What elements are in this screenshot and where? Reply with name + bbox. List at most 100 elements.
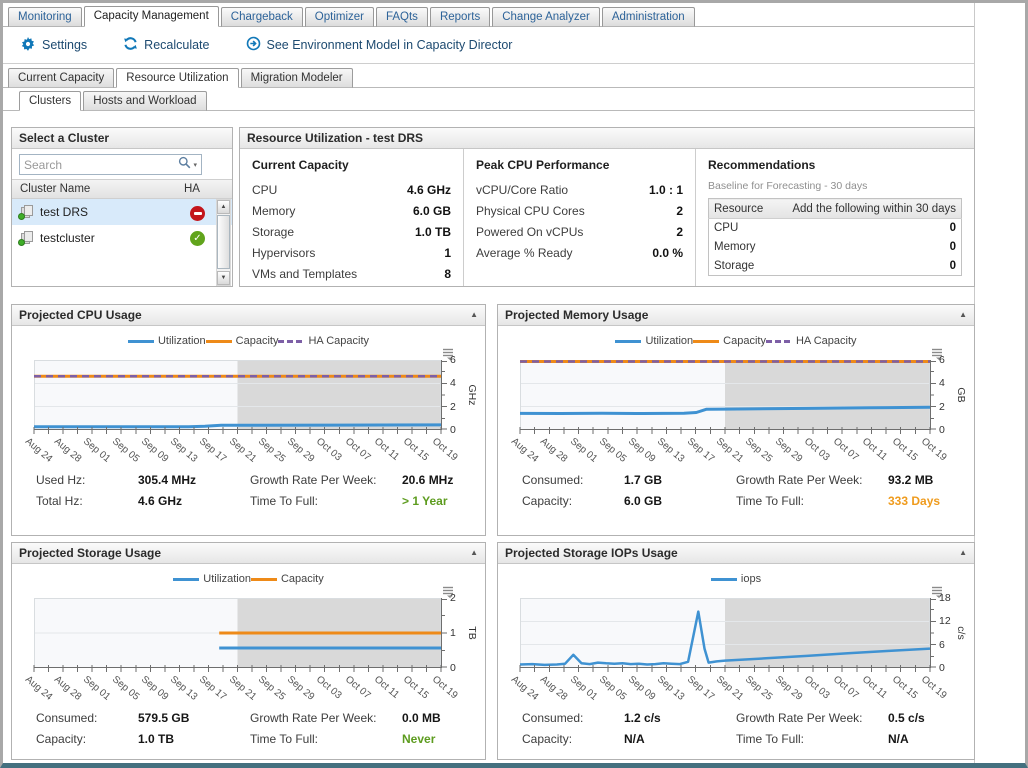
toolbar: Settings Recalculate See Environment Mod… — [3, 27, 974, 64]
tab-monitoring[interactable]: Monitoring — [8, 7, 82, 27]
metric-row-memory: Memory6.0 GB — [252, 201, 451, 222]
recalculate-label: Recalculate — [144, 38, 209, 52]
stat-value: Never — [402, 732, 477, 746]
recommendations-table: Resource Add the following within 30 day… — [708, 198, 962, 276]
legend-item-iops[interactable]: iops — [711, 573, 761, 585]
legend-item-ha-capacity[interactable]: HA Capacity — [766, 335, 857, 347]
peak-cpu-title: Peak CPU Performance — [476, 158, 683, 172]
x-tick-label: Sep 21 — [714, 674, 745, 703]
recalculate-button[interactable]: Recalculate — [123, 36, 209, 54]
x-tick-label: Oct 07 — [343, 674, 373, 701]
tab-resource-utilization[interactable]: Resource Utilization — [116, 68, 238, 88]
x-tick-label: Sep 09 — [626, 436, 657, 465]
tab-administration[interactable]: Administration — [602, 7, 695, 27]
legend-line — [173, 578, 199, 581]
chart-stats: Consumed:1.7 GBGrowth Rate Per Week:93.2… — [522, 473, 966, 508]
tab-faqts[interactable]: FAQts — [376, 7, 428, 27]
chart-panel-header: Projected Storage IOPs Usage ▲ — [498, 543, 974, 564]
stat-label: Growth Rate Per Week: — [736, 473, 888, 487]
collapse-icon[interactable]: ▲ — [470, 311, 478, 319]
y-tick-label: 0 — [939, 424, 945, 436]
scroll-up-button[interactable]: ▲ — [217, 200, 230, 214]
tab-capacity-management[interactable]: Capacity Management — [84, 6, 219, 27]
x-tick-label: Sep 17 — [685, 436, 716, 465]
stat-value: > 1 Year — [402, 494, 477, 508]
stat-value: N/A — [888, 732, 966, 746]
y-tick-label: 6 — [939, 639, 945, 651]
x-tick-label: Aug 28 — [538, 674, 569, 703]
collapse-icon[interactable]: ▲ — [959, 311, 967, 319]
scrollbar-track[interactable] — [217, 214, 230, 271]
stat-value: 1.2 c/s — [624, 711, 736, 725]
x-tick-label: Sep 29 — [285, 674, 316, 703]
gear-icon — [20, 36, 36, 55]
metric-row-vms-and-templates: VMs and Templates8 — [252, 264, 451, 285]
x-tick-label: Oct 11 — [860, 436, 889, 463]
tab-reports[interactable]: Reports — [430, 7, 490, 27]
settings-button[interactable]: Settings — [20, 36, 87, 55]
search-icon[interactable] — [178, 156, 191, 174]
recommendations-subtitle: Baseline for Forecasting - 30 days — [708, 180, 962, 192]
x-tick-label: Sep 13 — [168, 436, 199, 465]
y-axis-unit: GHz — [466, 385, 478, 406]
legend-item-ha-capacity[interactable]: HA Capacity — [278, 335, 369, 347]
tab-current-capacity[interactable]: Current Capacity — [8, 68, 114, 88]
y-tick-label: 2 — [939, 401, 945, 413]
cluster-row-testcluster[interactable]: testcluster✓ — [12, 225, 232, 251]
tab-optimizer[interactable]: Optimizer — [305, 7, 374, 27]
legend-item-capacity[interactable]: Capacity — [206, 335, 279, 347]
chart-x-axis-labels: Aug 24Aug 28Sep 01Sep 05Sep 09Sep 13Sep … — [520, 433, 930, 468]
y-tick-label: 1 — [450, 627, 456, 639]
legend-line — [766, 340, 792, 343]
recommendations-section: Recommendations Baseline for Forecasting… — [696, 149, 974, 286]
cluster-row-test-drs[interactable]: test DRS — [12, 199, 232, 225]
cluster-table-header: Cluster Name HA — [12, 179, 232, 199]
environment-model-link[interactable]: See Environment Model in Capacity Direct… — [246, 36, 513, 54]
x-tick-label: Sep 21 — [226, 436, 257, 465]
current-capacity-section: Current Capacity CPU4.6 GHzMemory6.0 GBS… — [240, 149, 464, 286]
cluster-search-box: ▾ — [19, 154, 202, 175]
chart-plot: 061218c/s — [520, 598, 930, 668]
legend-item-capacity[interactable]: Capacity — [251, 573, 324, 585]
stat-value: 0.0 MB — [402, 711, 477, 725]
projected-storage-usage-panel: Projected Storage Usage ▲ UtilizationCap… — [11, 542, 486, 760]
collapse-icon[interactable]: ▲ — [470, 549, 478, 557]
y-tick-label: 4 — [939, 377, 945, 389]
legend-item-utilization[interactable]: Utilization — [173, 573, 251, 585]
x-tick-label: Sep 29 — [285, 436, 316, 465]
x-tick-label: Sep 09 — [139, 436, 170, 465]
cluster-list-scrollbar[interactable]: ▲ ▼ — [216, 199, 231, 286]
x-tick-label: Oct 19 — [430, 436, 460, 463]
x-tick-label: Oct 03 — [314, 436, 344, 463]
cluster-list: test DRS testcluster✓ ▲ ▼ — [12, 199, 232, 287]
scroll-down-button[interactable]: ▼ — [217, 271, 230, 285]
legend-item-capacity[interactable]: Capacity — [693, 335, 766, 347]
chart-legend: UtilizationCapacity — [12, 573, 485, 585]
collapse-icon[interactable]: ▲ — [959, 549, 967, 557]
y-axis-unit: c/s — [955, 626, 967, 639]
tab-hosts-and-workload[interactable]: Hosts and Workload — [83, 91, 206, 111]
x-tick-label: Sep 13 — [655, 674, 686, 703]
top-tab-bar: MonitoringCapacity ManagementChargebackO… — [3, 5, 974, 27]
chart-stats: Used Hz:305.4 MHzGrowth Rate Per Week:20… — [36, 473, 477, 508]
tab-clusters[interactable]: Clusters — [19, 91, 81, 111]
scrollbar-thumb[interactable] — [217, 215, 230, 269]
stat-value: 1.7 GB — [624, 473, 736, 487]
tab-migration-modeler[interactable]: Migration Modeler — [241, 68, 353, 88]
settings-label: Settings — [42, 38, 87, 52]
search-input[interactable] — [20, 158, 178, 172]
cluster-name: test DRS — [35, 205, 184, 219]
y-tick-label: 0 — [939, 662, 945, 674]
x-tick-label: Sep 21 — [226, 674, 257, 703]
search-options-caret-icon[interactable]: ▾ — [191, 161, 201, 169]
tab-chargeback[interactable]: Chargeback — [221, 7, 303, 27]
legend-item-utilization[interactable]: Utilization — [128, 335, 206, 347]
x-tick-label: Sep 09 — [139, 674, 170, 703]
x-tick-label: Oct 15 — [401, 436, 431, 463]
projected-cpu-usage-panel: Projected CPU Usage ▲ UtilizationCapacit… — [11, 304, 486, 536]
tab-change-analyzer[interactable]: Change Analyzer — [492, 7, 600, 27]
select-cluster-panel: Select a Cluster ▾ Cluster Name HA test … — [11, 127, 233, 287]
chart-panel-header: Projected Storage Usage ▲ — [12, 543, 485, 564]
legend-item-utilization[interactable]: Utilization — [615, 335, 693, 347]
stat-label: Time To Full: — [250, 494, 402, 508]
